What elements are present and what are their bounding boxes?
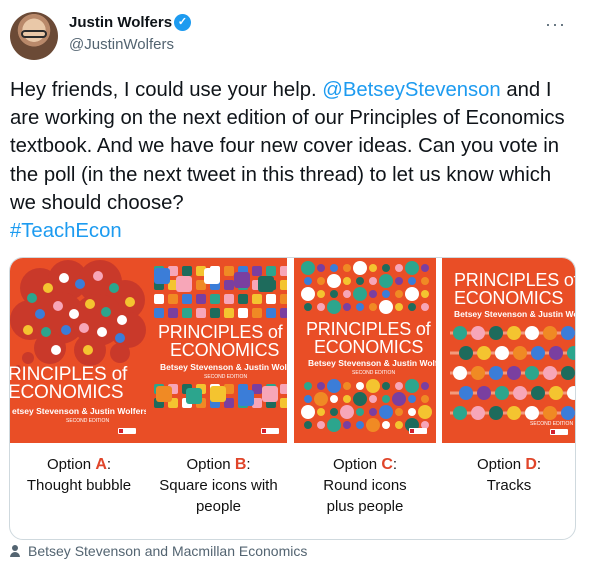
cover-option-d: PRINCIPLES of ECONOMICS Betsey Stevenson… (442, 258, 576, 443)
cover-title: PRINCIPLES of (454, 270, 576, 290)
option-description: Square icons with (159, 477, 278, 494)
cover-authors: Betsey Stevenson & Justin Wolfers (160, 362, 287, 372)
option-letter: A (95, 456, 107, 473)
more-options-icon[interactable]: ··· (545, 14, 566, 35)
publisher-logo-icon (261, 428, 279, 434)
tagged-users-text: Betsey Stevenson and Macmillan Economics (28, 543, 308, 559)
hashtag-link[interactable]: #TeachEcon (10, 220, 122, 242)
option-description: Thought bubble (26, 477, 132, 494)
cover-edition: SECOND EDITION (66, 418, 110, 424)
tweet-text-part-1: Hey friends, I could use your help. (10, 79, 323, 101)
cover-edition: SECOND EDITION (204, 374, 248, 380)
avatar[interactable] (10, 12, 58, 60)
option-d-caption: Option D: Tracks (442, 454, 575, 496)
option-prefix: Option (476, 456, 526, 473)
cover-edition: SECOND EDITION (352, 370, 396, 376)
glasses-icon (21, 30, 47, 38)
publisher-logo-icon (118, 428, 136, 434)
option-prefix: Option (186, 456, 235, 473)
option-suffix: : (536, 456, 542, 473)
cover-authors: Betsey Stevenson & Justin Wolfers (454, 309, 575, 319)
tweet-image[interactable]: RINCIPLES of ECONOMICS etsey Stevenson &… (9, 257, 576, 540)
cover-authors: Betsey Stevenson & Justin Wolfers (308, 358, 436, 368)
publisher-logo-icon (409, 428, 427, 434)
cover-title: PRINCIPLES of (306, 319, 431, 339)
option-suffix: : (106, 456, 112, 473)
cover-title: ECONOMICS (314, 337, 424, 357)
option-prefix: Option (46, 456, 96, 473)
author-name[interactable]: Justin Wolfers (69, 14, 172, 31)
cover-option-b: PRINCIPLES of ECONOMICS Betsey Stevenson… (146, 258, 287, 443)
option-c-caption: Option C: Round icons plus people (294, 454, 436, 517)
option-letter: D (525, 456, 537, 473)
person-icon (10, 545, 20, 557)
cover-option-a: RINCIPLES of ECONOMICS etsey Stevenson &… (10, 258, 148, 443)
option-suffix: : (392, 456, 398, 473)
cover-option-c: PRINCIPLES of ECONOMICS Betsey Stevenson… (294, 258, 436, 443)
cover-title: ECONOMICS (170, 340, 280, 360)
cover-title: ECONOMICS (454, 288, 564, 308)
option-description: Round icons (323, 477, 407, 494)
option-suffix: : (246, 456, 251, 473)
option-description: Tracks (486, 477, 532, 494)
option-description: people (195, 498, 242, 515)
option-prefix: Option (332, 456, 382, 473)
cover-title: PRINCIPLES of (158, 322, 283, 342)
tweet-text: Hey friends, I could use your help. @Bet… (10, 76, 580, 245)
cover-authors: etsey Stevenson & Justin Wolfers (12, 406, 148, 416)
option-description: plus people (326, 498, 404, 515)
mention-link[interactable]: @BetseyStevenson (322, 79, 500, 101)
option-letter: B (234, 456, 247, 473)
cover-edition: SECOND EDITION (530, 421, 574, 427)
verified-badge-icon: ✓ (174, 14, 191, 31)
option-b-caption: Option B: Square icons with people (146, 454, 291, 517)
tagged-users[interactable]: Betsey Stevenson and Macmillan Economics (10, 543, 307, 559)
option-a-caption: Option A: Thought bubble (10, 454, 148, 496)
author-handle[interactable]: @JustinWolfers (69, 36, 174, 53)
publisher-logo-icon (550, 429, 568, 435)
cover-title: ECONOMICS (10, 382, 124, 403)
option-letter: C (381, 456, 393, 473)
tweet-header: Justin Wolfers ✓ @JustinWolfers ··· (10, 10, 580, 60)
